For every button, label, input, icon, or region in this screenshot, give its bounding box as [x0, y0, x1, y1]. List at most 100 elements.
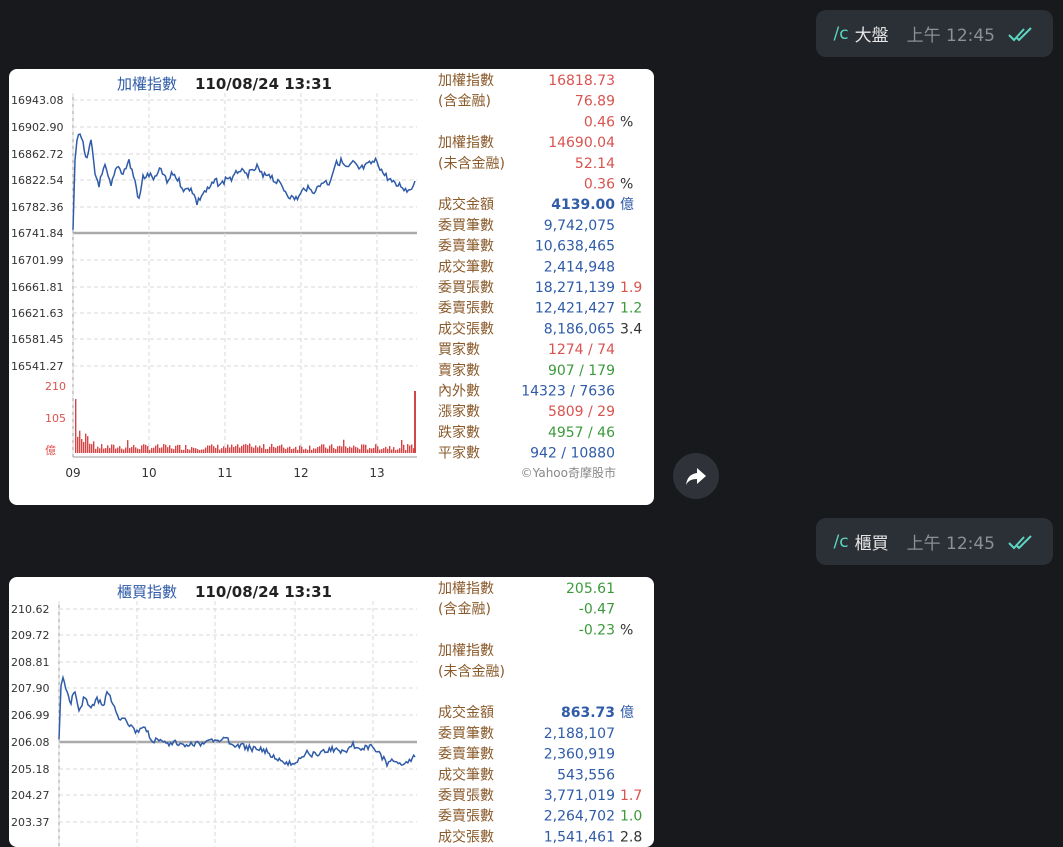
volume-bar — [135, 447, 137, 453]
volume-bar — [95, 448, 97, 453]
stat-extra: 2.8 — [620, 829, 642, 845]
message-text: 大盤 — [854, 26, 889, 46]
volume-bar — [169, 445, 171, 453]
volume-bar — [127, 440, 129, 453]
chart-title-date: 110/08/24 13:31 — [195, 75, 332, 93]
volume-bar — [79, 430, 81, 453]
stat-label: 委買筆數 — [438, 218, 494, 234]
volume-bar — [255, 445, 257, 453]
stat-label: (含金融) — [438, 602, 491, 618]
volume-bar — [137, 448, 139, 453]
stat-value: -0.23 — [579, 622, 615, 638]
volume-bar — [379, 449, 381, 453]
volume-bar — [223, 446, 225, 453]
taiex-chart-image: 加權指數 110/08/24 13:31 16943.08 16902.90 168… — [11, 73, 642, 480]
stat-value: 14323 / 7636 — [521, 384, 615, 400]
taiex-chart-card[interactable]: 加權指數 110/08/24 13:31 16943.08 16902.90 168… — [9, 69, 654, 505]
message-bubble[interactable]: /c 櫃買 上午 12:45 — [815, 518, 1053, 565]
stat-label: 委買筆數 — [438, 726, 494, 742]
volume-bar — [273, 446, 275, 453]
volume-bar — [357, 447, 359, 453]
volume-bar — [225, 447, 227, 453]
otc-chart-card[interactable]: 櫃買指數 110/08/24 13:31 210.62 209.72 208.81 2… — [9, 577, 654, 847]
stat-extra: % — [620, 114, 633, 130]
volume-bar — [177, 444, 179, 453]
stat-value: 18,271,139 — [535, 280, 615, 296]
volume-bar — [201, 449, 203, 453]
y-tick-label: 207.90 — [11, 682, 50, 695]
volume-bar — [367, 449, 369, 453]
volume-bar — [125, 447, 127, 453]
volume-bar — [139, 449, 141, 453]
volume-bar — [323, 444, 325, 453]
stat-value: 0.36 — [584, 177, 615, 193]
stat-label: (未含金融) — [438, 156, 505, 172]
volume-bar — [375, 444, 377, 453]
stat-value: 9,742,075 — [544, 218, 615, 234]
volume-bar — [211, 444, 213, 453]
volume-bar — [401, 439, 403, 453]
chart-title-name: 櫃買指數 — [117, 583, 177, 601]
stat-value: 3,771,019 — [544, 788, 615, 804]
volume-bar — [75, 399, 77, 453]
volume-bar — [409, 445, 411, 453]
volume-tick-label: 105 — [45, 412, 66, 425]
stat-label: (未含金融) — [438, 664, 505, 680]
stat-label: 成交筆數 — [438, 258, 494, 275]
volume-bar — [297, 449, 299, 453]
stat-label: 成交金額 — [438, 704, 494, 721]
stat-value: 0.46 — [584, 114, 615, 130]
stat-value: -0.47 — [579, 602, 615, 618]
stat-value: 2,264,702 — [544, 809, 615, 825]
stat-value: 4139.00 — [551, 197, 615, 213]
chart-title-date: 110/08/24 13:31 — [195, 583, 332, 601]
volume-bar — [341, 446, 343, 453]
volume-bar — [103, 448, 105, 453]
volume-bar — [305, 448, 307, 453]
stat-value: 1,541,461 — [544, 829, 615, 845]
stat-extra: 1.2 — [620, 301, 642, 317]
x-tick-label: 10 — [141, 466, 156, 480]
stat-value: 14690.04 — [548, 135, 615, 151]
stat-label: 加權指數 — [438, 73, 494, 89]
stat-extra: 1.7 — [620, 788, 642, 804]
y-tick-label: 16621.63 — [11, 307, 64, 320]
volume-bar — [187, 449, 189, 453]
volume-bar — [403, 444, 405, 453]
y-tick-label: 16581.45 — [11, 333, 64, 346]
volume-bar — [267, 448, 269, 453]
volume-bar — [291, 449, 293, 453]
index-line — [72, 133, 416, 230]
message-bubble[interactable]: /c 大盤 上午 12:45 — [815, 10, 1053, 57]
otc-chart-image: 櫃買指數 110/08/24 13:31 210.62 209.72 208.81 2… — [11, 581, 642, 847]
volume-bar — [91, 444, 93, 453]
volume-bar — [369, 447, 371, 453]
volume-bar — [343, 439, 345, 453]
volume-bar — [121, 448, 123, 453]
volume-bar — [151, 447, 153, 453]
stat-label: 平家數 — [438, 445, 480, 462]
stat-value: 543,556 — [557, 767, 615, 783]
volume-bar — [287, 447, 289, 453]
stat-value: 2,360,919 — [544, 747, 615, 763]
volume-bar — [203, 449, 205, 453]
y-tick-label: 16862.72 — [11, 148, 64, 161]
volume-bar — [213, 446, 215, 453]
volume-bar — [243, 444, 245, 453]
volume-bar — [293, 448, 295, 453]
volume-tick-label: 億 — [45, 444, 56, 457]
volume-bar — [295, 446, 297, 453]
volume-bar — [249, 443, 251, 453]
y-tick-label: 206.08 — [11, 736, 50, 749]
stat-label: 加權指數 — [438, 643, 494, 659]
volume-bar — [373, 447, 375, 453]
volume-bar — [407, 444, 409, 453]
volume-bar — [153, 447, 155, 453]
volume-bar — [261, 447, 263, 453]
volume-bar — [199, 449, 201, 453]
volume-bar — [363, 444, 365, 453]
y-tick-label: 210.62 — [11, 603, 50, 616]
volume-bar — [217, 444, 219, 453]
forward-button[interactable] — [673, 453, 719, 499]
volume-bar — [197, 449, 199, 453]
